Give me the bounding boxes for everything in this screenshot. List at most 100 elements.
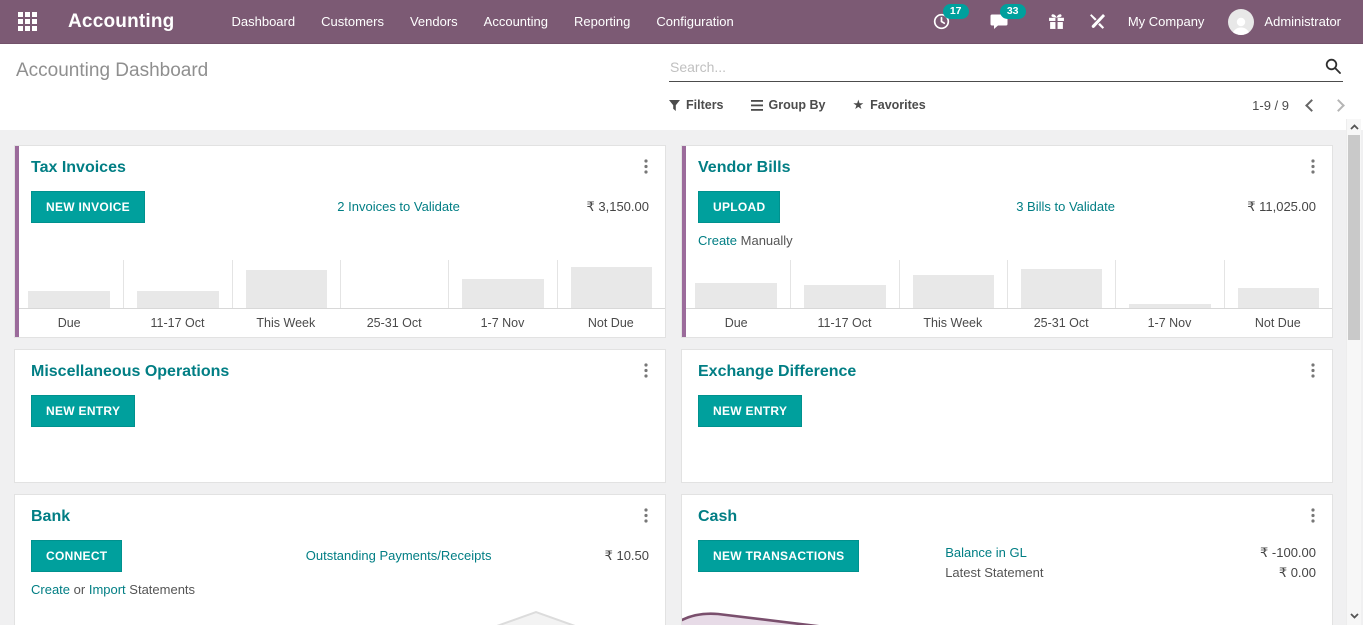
bar-label: 1-7 Nov <box>1115 308 1223 337</box>
bar[interactable] <box>1238 288 1320 308</box>
new-transactions-button[interactable]: NEW TRANSACTIONS <box>698 540 859 572</box>
bar[interactable] <box>804 285 886 308</box>
bar-label: 25-31 Oct <box>340 308 448 337</box>
gift-icon <box>1048 13 1065 30</box>
outstanding-amount: ₹ 10.50 <box>519 540 649 572</box>
scroll-up-icon[interactable] <box>1347 120 1361 134</box>
menu-configuration[interactable]: Configuration <box>643 0 746 44</box>
messages-button[interactable]: 33 <box>988 11 1010 32</box>
filter-toolbar: Filters Group By ★ Favorites 1-9 / 9 <box>669 97 1343 113</box>
favorites-button[interactable]: ★ Favorites <box>852 97 925 113</box>
upload-button[interactable]: UPLOAD <box>698 191 780 223</box>
bar-label: 11-17 Oct <box>123 308 231 337</box>
outstanding-payments-link[interactable]: Outstanding Payments/Receipts <box>306 548 492 563</box>
menu-accounting[interactable]: Accounting <box>471 0 561 44</box>
activities-button[interactable]: 17 <box>931 11 952 32</box>
filter-funnel-icon <box>669 100 680 111</box>
vertical-scrollbar[interactable] <box>1346 119 1361 625</box>
scroll-down-icon[interactable] <box>1347 609 1361 623</box>
bar[interactable] <box>1021 269 1103 308</box>
pager-previous-icon[interactable] <box>1305 99 1318 112</box>
search-panel: Filters Group By ★ Favorites 1-9 / 9 <box>669 52 1347 130</box>
group-by-icon <box>751 100 763 111</box>
chart-column[interactable]: 1-7 Nov <box>448 260 556 337</box>
chart-column[interactable]: Not Due <box>557 260 665 337</box>
chart-column[interactable]: Not Due <box>1224 260 1332 337</box>
card-title[interactable]: Miscellaneous Operations <box>31 363 229 381</box>
bar-label: Not Due <box>1224 308 1332 337</box>
chart-column[interactable]: This Week <box>899 260 1007 337</box>
group-by-button[interactable]: Group By <box>751 98 826 112</box>
balance-in-gl-link[interactable]: Balance in GL <box>945 543 1186 563</box>
chart-column[interactable]: 25-31 Oct <box>340 260 448 337</box>
menu-customers[interactable]: Customers <box>308 0 397 44</box>
scrollbar-thumb[interactable] <box>1348 135 1360 340</box>
bar[interactable] <box>137 291 219 308</box>
vendor-bills-bar-chart: Due11-17 OctThis Week25-31 Oct1-7 NovNot… <box>682 260 1332 337</box>
menu-reporting[interactable]: Reporting <box>561 0 643 44</box>
invoices-to-validate-link[interactable]: 2 Invoices to Validate <box>337 199 460 214</box>
journal-card-grid: Tax Invoices NEW INVOICE 2 Invoices to V… <box>14 145 1363 625</box>
chart-column[interactable]: This Week <box>232 260 340 337</box>
card-title[interactable]: Cash <box>698 508 737 526</box>
amount-to-validate: ₹ 11,025.00 <box>1186 191 1316 223</box>
company-switcher[interactable]: My Company <box>1118 14 1215 29</box>
card-title[interactable]: Exchange Difference <box>698 363 856 381</box>
group-by-label: Group By <box>769 98 826 112</box>
apps-grid-icon[interactable] <box>14 9 40 35</box>
card-vendor-bills: Vendor Bills UPLOAD Create Manually 3 Bi… <box>681 145 1333 338</box>
bar-label: Due <box>15 308 123 337</box>
app-name[interactable]: Accounting <box>68 11 175 33</box>
chart-column[interactable]: Due <box>682 260 790 337</box>
pager-next-icon[interactable] <box>1332 99 1345 112</box>
kebab-menu-icon[interactable] <box>1308 363 1318 378</box>
create-manually-link[interactable]: Create <box>698 233 737 248</box>
user-avatar[interactable] <box>1228 9 1254 35</box>
menu-vendors[interactable]: Vendors <box>397 0 471 44</box>
chart-column[interactable]: 1-7 Nov <box>1115 260 1223 337</box>
card-title[interactable]: Tax Invoices <box>31 159 126 177</box>
kebab-menu-icon[interactable] <box>641 508 651 523</box>
card-title[interactable]: Vendor Bills <box>698 159 790 177</box>
search-icon[interactable] <box>1325 58 1341 74</box>
kebab-menu-icon[interactable] <box>641 363 651 378</box>
bar[interactable] <box>913 275 995 308</box>
create-manually-text: Manually <box>737 233 793 248</box>
tax-invoices-bar-chart: Due11-17 OctThis Week25-31 Oct1-7 NovNot… <box>15 260 665 337</box>
bar[interactable] <box>462 279 544 308</box>
search-bar <box>669 52 1343 82</box>
create-statement-link[interactable]: Create <box>31 582 70 597</box>
bar[interactable] <box>28 291 110 308</box>
latest-statement-row: Latest Statement ₹ 0.00 <box>945 563 1316 583</box>
kebab-menu-icon[interactable] <box>1308 508 1318 523</box>
kebab-menu-icon[interactable] <box>641 159 651 174</box>
tools-button[interactable] <box>1087 11 1108 32</box>
new-entry-button[interactable]: NEW ENTRY <box>698 395 802 427</box>
new-entry-button[interactable]: NEW ENTRY <box>31 395 135 427</box>
new-invoice-button[interactable]: NEW INVOICE <box>31 191 145 223</box>
activity-count-badge: 17 <box>943 4 969 19</box>
bar[interactable] <box>246 270 328 308</box>
card-bank: Bank CONNECT Create or Import Statements… <box>14 494 666 625</box>
statements-text: or <box>70 582 89 597</box>
bar[interactable] <box>571 267 653 308</box>
chart-column[interactable]: 25-31 Oct <box>1007 260 1115 337</box>
import-statement-link[interactable]: Import <box>89 582 126 597</box>
chart-column[interactable]: 11-17 Oct <box>123 260 231 337</box>
search-input[interactable] <box>669 57 1343 77</box>
bar-label: This Week <box>899 308 1007 337</box>
card-title[interactable]: Bank <box>31 508 70 526</box>
control-panel: Accounting Dashboard Filters <box>0 44 1363 130</box>
menu-dashboard[interactable]: Dashboard <box>219 0 309 44</box>
bills-to-validate-link[interactable]: 3 Bills to Validate <box>1016 199 1115 214</box>
gift-button[interactable] <box>1046 11 1067 32</box>
bar[interactable] <box>695 283 777 308</box>
connect-button[interactable]: CONNECT <box>31 540 122 572</box>
chart-column[interactable]: Due <box>15 260 123 337</box>
filters-button[interactable]: Filters <box>669 98 724 112</box>
user-menu[interactable]: Administrator <box>1254 14 1351 29</box>
chart-column[interactable]: 11-17 Oct <box>790 260 898 337</box>
kebab-menu-icon[interactable] <box>1308 159 1318 174</box>
bar-label: This Week <box>232 308 340 337</box>
statements-text: Statements <box>126 582 195 597</box>
